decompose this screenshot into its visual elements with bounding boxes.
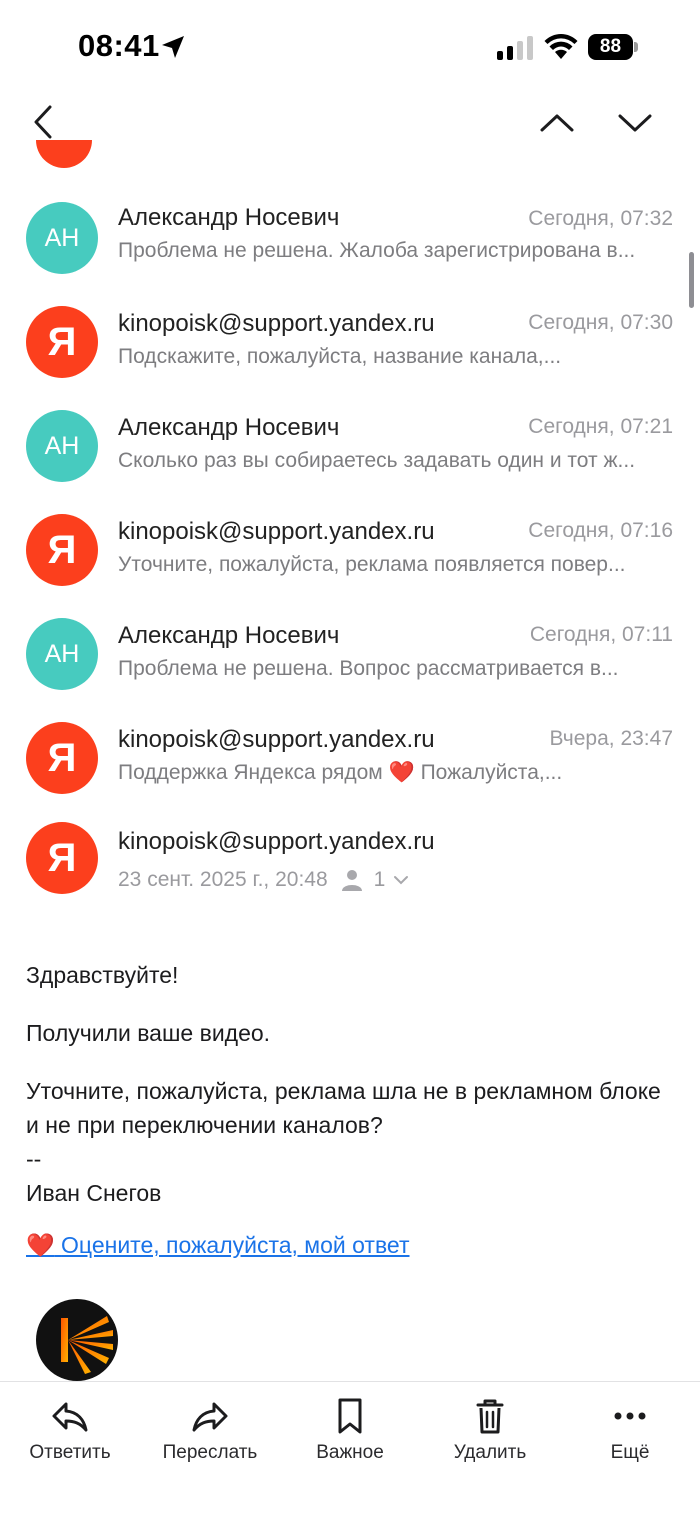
reply-button[interactable]: Ответить [10, 1396, 130, 1476]
message-time: Сегодня, 07:21 [528, 415, 673, 438]
forward-button[interactable]: Переслать [150, 1396, 270, 1476]
delete-label: Удалить [453, 1442, 527, 1463]
bookmark-icon [338, 1398, 362, 1434]
trash-icon [476, 1399, 504, 1434]
forward-icon [192, 1402, 228, 1432]
message-time: Сегодня, 07:16 [528, 519, 673, 542]
rate-link-text: Оцените, пожалуйста, мой ответ [61, 1232, 410, 1258]
thread-message-item[interactable]: АН Александр Носевич Сегодня, 07:21 Скол… [0, 406, 700, 510]
signature-name: Иван Снегов [26, 1180, 162, 1206]
important-label: Важное [316, 1442, 384, 1463]
open-message-sender[interactable]: kinopoisk@support.yandex.ru [118, 828, 435, 856]
chevron-down-icon [394, 876, 409, 885]
sender-name: kinopoisk@support.yandex.ru [118, 726, 435, 753]
message-snippet: Уточните, пожалуйста, реклама появляется… [118, 553, 626, 576]
yandex-avatar: Я [26, 722, 98, 794]
location-arrow-icon [162, 36, 184, 58]
thread-message-item[interactable]: АН Александр Носевич Сегодня, 07:11 Проб… [0, 614, 700, 718]
important-button[interactable]: Важное [290, 1396, 410, 1476]
more-button[interactable]: Ещё [570, 1396, 690, 1476]
bottom-toolbar: Ответить Переслать Важное Удалить Ещё [0, 1381, 700, 1517]
more-dots-icon [614, 1412, 646, 1420]
message-time: Сегодня, 07:11 [529, 623, 673, 646]
battery-tip [634, 42, 638, 52]
message-snippet: Проблема не решена. Жалоба зарегистриров… [118, 239, 636, 262]
cellular-signal-icon [497, 36, 533, 60]
message-meta[interactable]: 23 сент. 2025 г., 20:48 1 [118, 868, 409, 892]
more-label: Ещё [610, 1442, 650, 1463]
reply-label: Ответить [29, 1442, 111, 1463]
signature-separator: -- [26, 1146, 42, 1172]
heart-icon: ❤️ [26, 1232, 55, 1258]
sender-name: kinopoisk@support.yandex.ru [118, 310, 435, 337]
back-chevron-icon[interactable] [28, 104, 60, 140]
next-message-chevron-down-icon[interactable] [616, 108, 654, 136]
message-time: Сегодня, 07:30 [528, 311, 673, 334]
battery-level: 88 [588, 34, 633, 60]
message-date: 23 сент. 2025 г., 20:48 [118, 868, 328, 891]
sender-name: Александр Носевич [118, 622, 340, 649]
status-bar: 08:41 88 [0, 0, 700, 96]
message-snippet: Сколько раз вы собираетесь задавать один… [118, 449, 636, 472]
avatar: АН [26, 202, 98, 274]
avatar: АН [26, 618, 98, 690]
message-snippet: Поддержка Яндекса рядом ❤️ Пожалуйста,..… [118, 761, 674, 785]
rate-answer-link[interactable]: ❤️ Оцените, пожалуйста, мой ответ [26, 1232, 410, 1259]
message-greeting: Здравствуйте! [26, 962, 179, 988]
thread-message-item[interactable]: Я kinopoisk@support.yandex.ru Вчера, 23:… [0, 718, 700, 822]
avatar: АН [26, 410, 98, 482]
yandex-avatar: Я [26, 514, 98, 586]
snippet-text: Пожалуйста,... [420, 761, 563, 784]
message-paragraph: Уточните, пожалуйста, реклама шла не в р… [26, 1078, 661, 1138]
sender-name: Александр Носевич [118, 204, 340, 231]
recipients-count: 1 [373, 868, 386, 891]
message-snippet: Подскажите, пожалуйста, название канала,… [118, 345, 562, 368]
sender-name: Александр Носевич [118, 414, 340, 441]
person-icon [341, 870, 362, 891]
message-time: Сегодня, 07:32 [528, 207, 673, 230]
thread-message-item[interactable]: Я kinopoisk@support.yandex.ru Сегодня, 0… [0, 302, 700, 406]
battery-indicator: 88 [588, 34, 638, 60]
scroll-indicator[interactable] [689, 252, 694, 308]
heart-icon: ❤️ [388, 761, 415, 784]
snippet-text: Поддержка Яндекса рядом [118, 761, 383, 784]
status-time: 08:41 [78, 28, 160, 63]
message-time: Вчера, 23:47 [549, 727, 673, 750]
yandex-avatar: Я [26, 306, 98, 378]
yandex-avatar: Я [26, 822, 98, 894]
sender-name: kinopoisk@support.yandex.ru [118, 518, 435, 545]
message-paragraph: Получили ваше видео. [26, 1020, 271, 1046]
partially-visible-avatar [36, 140, 92, 168]
delete-button[interactable]: Удалить [430, 1396, 550, 1476]
wifi-icon [544, 34, 578, 59]
reply-icon [52, 1402, 88, 1432]
forward-label: Переслать [162, 1442, 258, 1463]
previous-message-chevron-up-icon[interactable] [538, 108, 576, 136]
kinopoisk-logo [36, 1299, 118, 1381]
thread-message-item[interactable]: Я kinopoisk@support.yandex.ru Сегодня, 0… [0, 510, 700, 614]
thread-message-item[interactable]: АН Александр Носевич Сегодня, 07:32 Проб… [0, 198, 700, 302]
message-snippet: Проблема не решена. Вопрос рассматривает… [118, 657, 619, 680]
